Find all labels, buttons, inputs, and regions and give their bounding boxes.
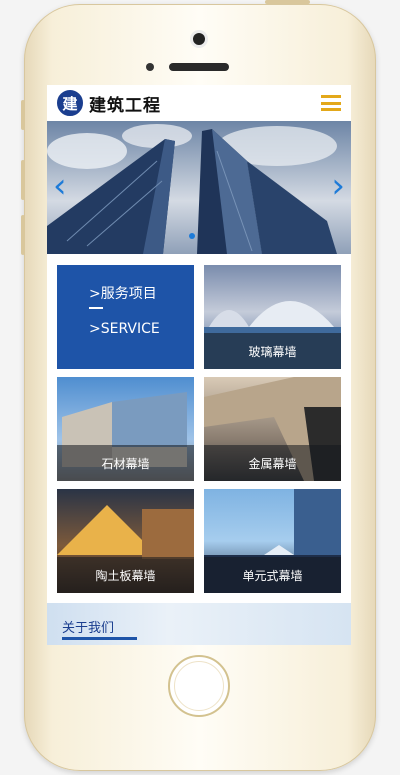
next-slide-icon[interactable]: › — [331, 169, 345, 203]
site-name[interactable]: 建筑工程 — [89, 91, 161, 116]
tile-stone-curtain-wall[interactable]: 石材幕墙 — [57, 377, 194, 481]
service-title: >服务项目 — [89, 286, 157, 302]
service-heading-tile[interactable]: >服务项目 >SERVICE — [57, 265, 194, 369]
menu-icon[interactable] — [321, 95, 341, 111]
about-section[interactable]: 关于我们 — [47, 603, 351, 645]
service-divider — [89, 307, 103, 309]
home-button[interactable] — [168, 655, 230, 717]
tile-metal-curtain-wall[interactable]: 金属幕墙 — [204, 377, 341, 481]
prev-slide-icon[interactable]: ‹ — [53, 169, 67, 203]
about-underline — [62, 637, 137, 640]
tile-label: 石材幕墙 — [57, 445, 194, 481]
earpiece-speaker — [169, 63, 229, 71]
slide-indicator[interactable] — [189, 233, 195, 239]
tile-label: 玻璃幕墙 — [204, 333, 341, 369]
logo-icon[interactable]: 建 — [57, 90, 83, 116]
tile-terracotta-curtain-wall[interactable]: 陶土板幕墙 — [57, 489, 194, 593]
mute-switch — [21, 100, 25, 130]
skyscraper-image — [47, 124, 337, 254]
site-header: 建 建筑工程 — [47, 85, 351, 121]
service-subtitle: >SERVICE — [89, 321, 160, 337]
phone-screen: 建 建筑工程 ‹ › >服务项目 >SERVICE 玻璃幕墙 石材幕墙 金属幕墙… — [47, 85, 351, 645]
volume-down-button — [21, 215, 25, 255]
proximity-sensor — [146, 63, 154, 71]
about-title: 关于我们 — [62, 621, 115, 636]
power-button — [265, 0, 310, 4]
tile-unitized-curtain-wall[interactable]: 单元式幕墙 — [204, 489, 341, 593]
volume-up-button — [21, 160, 25, 200]
tile-label: 金属幕墙 — [204, 445, 341, 481]
front-camera — [193, 33, 205, 45]
tile-label: 单元式幕墙 — [204, 557, 341, 593]
tile-label: 陶土板幕墙 — [57, 557, 194, 593]
hero-banner[interactable]: ‹ › — [47, 121, 351, 254]
tile-glass-curtain-wall[interactable]: 玻璃幕墙 — [204, 265, 341, 369]
